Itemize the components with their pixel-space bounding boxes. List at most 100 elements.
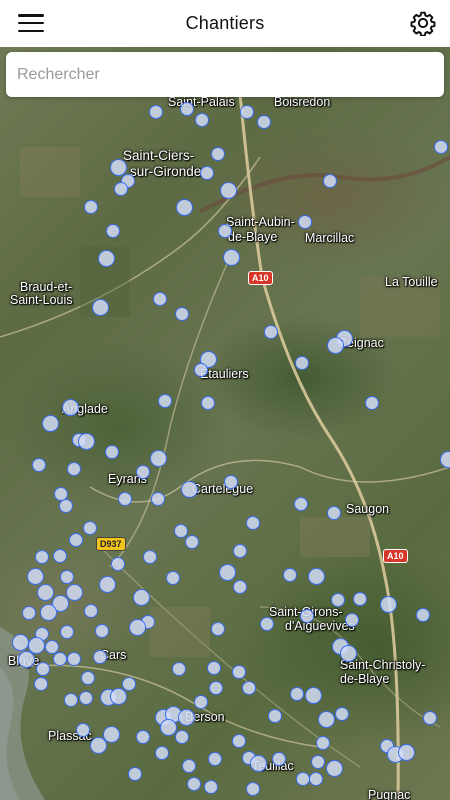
chantier-marker[interactable] [327, 506, 341, 520]
chantier-marker[interactable] [95, 624, 109, 638]
chantier-marker[interactable] [300, 609, 314, 623]
chantier-marker[interactable] [84, 604, 98, 618]
chantier-marker[interactable] [12, 634, 29, 651]
chantier-marker[interactable] [34, 677, 48, 691]
chantier-marker[interactable] [353, 592, 367, 606]
chantier-marker[interactable] [182, 759, 196, 773]
chantier-marker[interactable] [151, 492, 165, 506]
chantier-marker[interactable] [93, 650, 107, 664]
chantier-marker[interactable] [200, 166, 214, 180]
chantier-marker[interactable] [42, 415, 59, 432]
chantier-marker[interactable] [272, 752, 286, 766]
map-view[interactable]: Saint-Palais Boisredon Saint-Ciers- sur-… [0, 47, 450, 800]
chantier-marker[interactable] [79, 691, 93, 705]
chantier-marker[interactable] [232, 734, 246, 748]
chantier-marker[interactable] [106, 224, 120, 238]
chantier-marker[interactable] [295, 356, 309, 370]
chantier-marker[interactable] [318, 711, 335, 728]
chantier-marker[interactable] [67, 462, 81, 476]
chantier-marker[interactable] [35, 550, 49, 564]
chantier-marker[interactable] [18, 651, 35, 668]
chantier-marker[interactable] [153, 292, 167, 306]
chantier-marker[interactable] [158, 394, 172, 408]
chantier-marker[interactable] [36, 662, 50, 676]
chantier-marker[interactable] [176, 199, 193, 216]
chantier-marker[interactable] [323, 174, 337, 188]
search-input[interactable] [17, 65, 444, 84]
chantier-marker[interactable] [84, 200, 98, 214]
chantier-marker[interactable] [67, 652, 81, 666]
chantier-marker[interactable] [264, 325, 278, 339]
chantier-marker[interactable] [294, 497, 308, 511]
chantier-marker[interactable] [298, 215, 312, 229]
chantier-marker[interactable] [150, 450, 167, 467]
chantier-marker[interactable] [365, 396, 379, 410]
chantier-marker[interactable] [76, 723, 90, 737]
chantier-marker[interactable] [92, 299, 109, 316]
chantier-marker[interactable] [60, 625, 74, 639]
chantier-marker[interactable] [27, 568, 44, 585]
chantier-marker[interactable] [62, 399, 79, 416]
chantier-marker[interactable] [209, 681, 223, 695]
chantier-marker[interactable] [220, 182, 237, 199]
chantier-marker[interactable] [194, 363, 208, 377]
chantier-marker[interactable] [345, 613, 359, 627]
chantier-marker[interactable] [211, 622, 225, 636]
chantier-marker[interactable] [133, 589, 150, 606]
chantier-marker[interactable] [180, 102, 194, 116]
chantier-marker[interactable] [305, 687, 322, 704]
chantier-marker[interactable] [64, 693, 78, 707]
chantier-marker[interactable] [128, 767, 142, 781]
chantier-marker[interactable] [335, 707, 349, 721]
chantier-marker[interactable] [326, 760, 343, 777]
chantier-marker[interactable] [155, 746, 169, 760]
chantier-marker[interactable] [246, 516, 260, 530]
chantier-marker[interactable] [53, 652, 67, 666]
chantier-marker[interactable] [78, 433, 95, 450]
chantier-marker[interactable] [240, 105, 254, 119]
chantier-marker[interactable] [136, 730, 150, 744]
chantier-marker[interactable] [37, 584, 54, 601]
chantier-marker[interactable] [111, 557, 125, 571]
chantier-marker[interactable] [423, 711, 437, 725]
chantier-marker[interactable] [105, 445, 119, 459]
chantier-marker[interactable] [211, 147, 225, 161]
chantier-marker[interactable] [194, 695, 208, 709]
chantier-marker[interactable] [290, 687, 304, 701]
chantier-marker[interactable] [32, 458, 46, 472]
chantier-marker[interactable] [60, 570, 74, 584]
chantier-marker[interactable] [149, 105, 163, 119]
chantier-marker[interactable] [122, 677, 136, 691]
chantier-marker[interactable] [175, 307, 189, 321]
chantier-marker[interactable] [110, 688, 127, 705]
chantier-marker[interactable] [233, 580, 247, 594]
chantier-marker[interactable] [40, 604, 57, 621]
chantier-marker[interactable] [53, 549, 67, 563]
chantier-marker[interactable] [340, 645, 357, 662]
chantier-marker[interactable] [398, 744, 415, 761]
chantier-marker[interactable] [185, 535, 199, 549]
chantier-marker[interactable] [308, 568, 325, 585]
chantier-marker[interactable] [380, 596, 397, 613]
search-bar[interactable] [6, 52, 444, 97]
chantier-marker[interactable] [440, 451, 450, 468]
chantier-marker[interactable] [327, 337, 344, 354]
chantier-marker[interactable] [90, 737, 107, 754]
chantier-marker[interactable] [219, 564, 236, 581]
gear-icon[interactable] [410, 10, 436, 36]
chantier-marker[interactable] [118, 492, 132, 506]
chantier-marker[interactable] [83, 521, 97, 535]
chantier-marker[interactable] [260, 617, 274, 631]
chantier-marker[interactable] [195, 113, 209, 127]
chantier-marker[interactable] [434, 140, 448, 154]
menu-icon[interactable] [18, 12, 44, 34]
chantier-marker[interactable] [110, 159, 127, 176]
chantier-marker[interactable] [268, 709, 282, 723]
chantier-marker[interactable] [331, 593, 345, 607]
chantier-marker[interactable] [283, 568, 297, 582]
chantier-marker[interactable] [250, 755, 267, 772]
chantier-marker[interactable] [201, 396, 215, 410]
chantier-marker[interactable] [81, 671, 95, 685]
chantier-marker[interactable] [178, 709, 195, 726]
chantier-marker[interactable] [207, 661, 221, 675]
